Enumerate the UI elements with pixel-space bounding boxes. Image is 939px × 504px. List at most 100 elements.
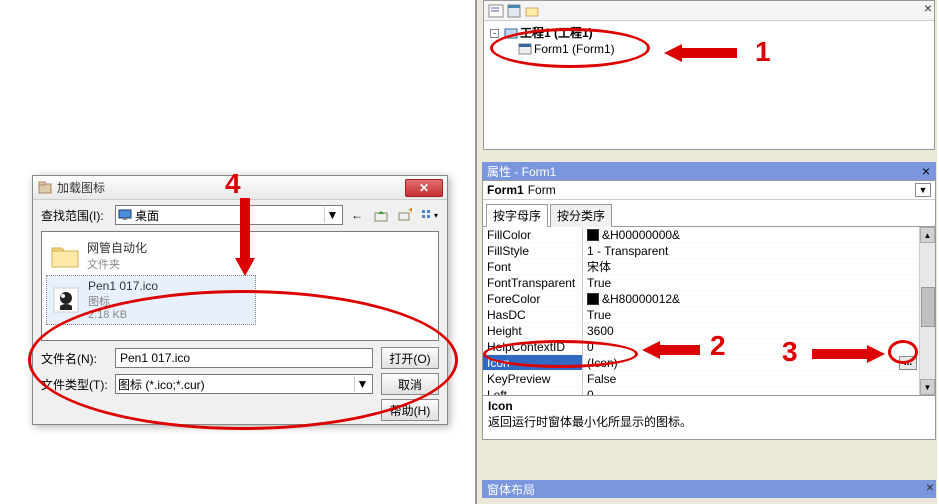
scroll-down-button[interactable]: ▼ [920,379,935,395]
file-size: 2.18 KB [88,309,158,321]
filetype-value: 图标 (*.ico;*.cur) [118,376,205,393]
filename-label: 文件名(N): [41,350,111,367]
properties-panel: Form1 Form ▼ 按字母序 按分类序 FillColor&H000000… [482,180,936,440]
property-value[interactable]: True [583,307,919,322]
svg-text:✦: ✦ [407,208,412,217]
toggle-folders-icon[interactable] [524,3,540,19]
property-name: HelpContextID [483,339,583,354]
property-value[interactable]: &H00000000& [583,227,919,242]
property-name: Height [483,323,583,338]
desc-text: 返回运行时窗体最小化所显示的图标。 [488,415,692,429]
panel-close-button[interactable]: × [924,0,932,16]
folder-name: 网管自动化 [87,239,147,256]
dropdown-icon[interactable]: ▼ [354,376,370,392]
scroll-thumb[interactable] [921,287,935,327]
scrollbar[interactable]: ▲ ▼ [919,227,935,395]
tree-root-label: 工程1 (工程1) [520,25,593,41]
property-name: FontTransparent [483,275,583,290]
look-in-combo[interactable]: 桌面 ▼ [115,205,343,225]
object-name: Form1 [487,183,524,197]
folder-icon [49,240,81,272]
color-swatch [587,229,599,241]
view-code-icon[interactable] [488,3,504,19]
filename-input[interactable] [115,348,373,368]
property-name: Font [483,259,583,274]
panel-close-button[interactable]: × [922,163,930,179]
annotation-arrow-1 [682,48,737,58]
view-menu-button[interactable]: ▾ [419,205,439,225]
folder-up-icon [374,208,388,222]
cancel-button[interactable]: 取消 [381,373,439,395]
project-icon [504,26,518,40]
property-row[interactable]: FillStyle1 - Transparent [483,243,919,259]
property-row[interactable]: ForeColor&H80000012& [483,291,919,307]
file-item-selected[interactable]: Pen1 017.ico 图标 2.18 KB [46,275,256,325]
look-in-label: 查找范围(I): [41,207,111,224]
tab-alphabetic[interactable]: 按字母序 [486,204,548,227]
object-combo[interactable]: Form1 Form ▼ [483,181,935,200]
up-folder-button[interactable] [371,205,391,225]
dialog-icon [37,180,53,196]
property-name: FillStyle [483,243,583,258]
form-icon [518,42,532,56]
tree-root[interactable]: - 工程1 (工程1) [490,25,928,41]
property-row[interactable]: Height3600 [483,323,919,339]
object-type: Form [528,183,556,197]
annotation-arrow-4 [240,198,250,258]
dialog-titlebar[interactable]: 加载图标 ✕ [33,176,447,200]
properties-titlebar[interactable]: 属性 - Form1 × [482,162,936,180]
property-row[interactable]: KeyPreviewFalse [483,371,919,387]
sort-tabs: 按字母序 按分类序 [483,200,935,227]
ellipsis-button[interactable]: ... [899,356,917,370]
open-button[interactable]: 打开(O) [381,347,439,369]
tree-form-label: Form1 (Form1) [534,41,615,57]
filetype-label: 文件类型(T): [41,376,111,393]
tab-categorized[interactable]: 按分类序 [550,204,612,227]
back-button[interactable]: ← [347,205,367,225]
property-row[interactable]: Font宋体 [483,259,919,275]
new-folder-icon: ✦ [398,208,412,222]
property-value[interactable]: False [583,371,919,386]
dialog-close-button[interactable]: ✕ [405,179,443,197]
desktop-icon [118,208,132,222]
property-row[interactable]: FillColor&H00000000& [483,227,919,243]
property-grid[interactable]: FillColor&H00000000&FillStyle1 - Transpa… [483,227,919,395]
folder-type: 文件夹 [87,256,147,272]
property-value[interactable]: 宋体 [583,259,919,274]
file-type: 图标 [88,293,158,309]
form-layout-title: 窗体布局 [487,481,535,498]
view-object-icon[interactable] [506,3,522,19]
dropdown-icon[interactable]: ▼ [324,207,340,223]
scroll-up-button[interactable]: ▲ [920,227,935,243]
property-value[interactable]: True [583,275,919,290]
property-name: FillColor [483,227,583,242]
properties-title: 属性 - Form1 [487,163,556,180]
property-value[interactable]: 3600 [583,323,919,338]
form-layout-titlebar[interactable]: 窗体布局 × [482,480,936,498]
annotation-arrow-3 [812,349,867,359]
property-value[interactable]: 1 - Transparent [583,243,919,258]
property-row[interactable]: FontTransparentTrue [483,275,919,291]
annotation-arrow-2 [660,345,700,355]
filetype-combo[interactable]: 图标 (*.ico;*.cur) ▼ [115,374,373,394]
new-folder-button[interactable]: ✦ [395,205,415,225]
property-value[interactable]: &H80000012& [583,291,919,306]
project-explorer-panel: × - 工程1 (工程1) Form1 (Form1) [483,0,935,150]
ico-file-icon [50,284,82,316]
project-toolbar [484,1,934,21]
help-button[interactable]: 帮助(H) [381,399,439,421]
property-name: HasDC [483,307,583,322]
tree-expand-icon[interactable]: - [490,29,499,38]
property-value[interactable]: 0 [583,387,919,395]
property-name: KeyPreview [483,371,583,386]
property-description: Icon 返回运行时窗体最小化所显示的图标。 [483,395,935,439]
property-row[interactable]: HasDCTrue [483,307,919,323]
color-swatch [587,293,599,305]
property-row[interactable]: Left0 [483,387,919,395]
property-name: Icon [483,355,583,370]
view-icon [420,208,434,222]
panel-close-button[interactable]: × [926,479,934,495]
dropdown-icon[interactable]: ▼ [915,183,931,197]
look-in-value: 桌面 [135,207,159,224]
property-name: ForeColor [483,291,583,306]
